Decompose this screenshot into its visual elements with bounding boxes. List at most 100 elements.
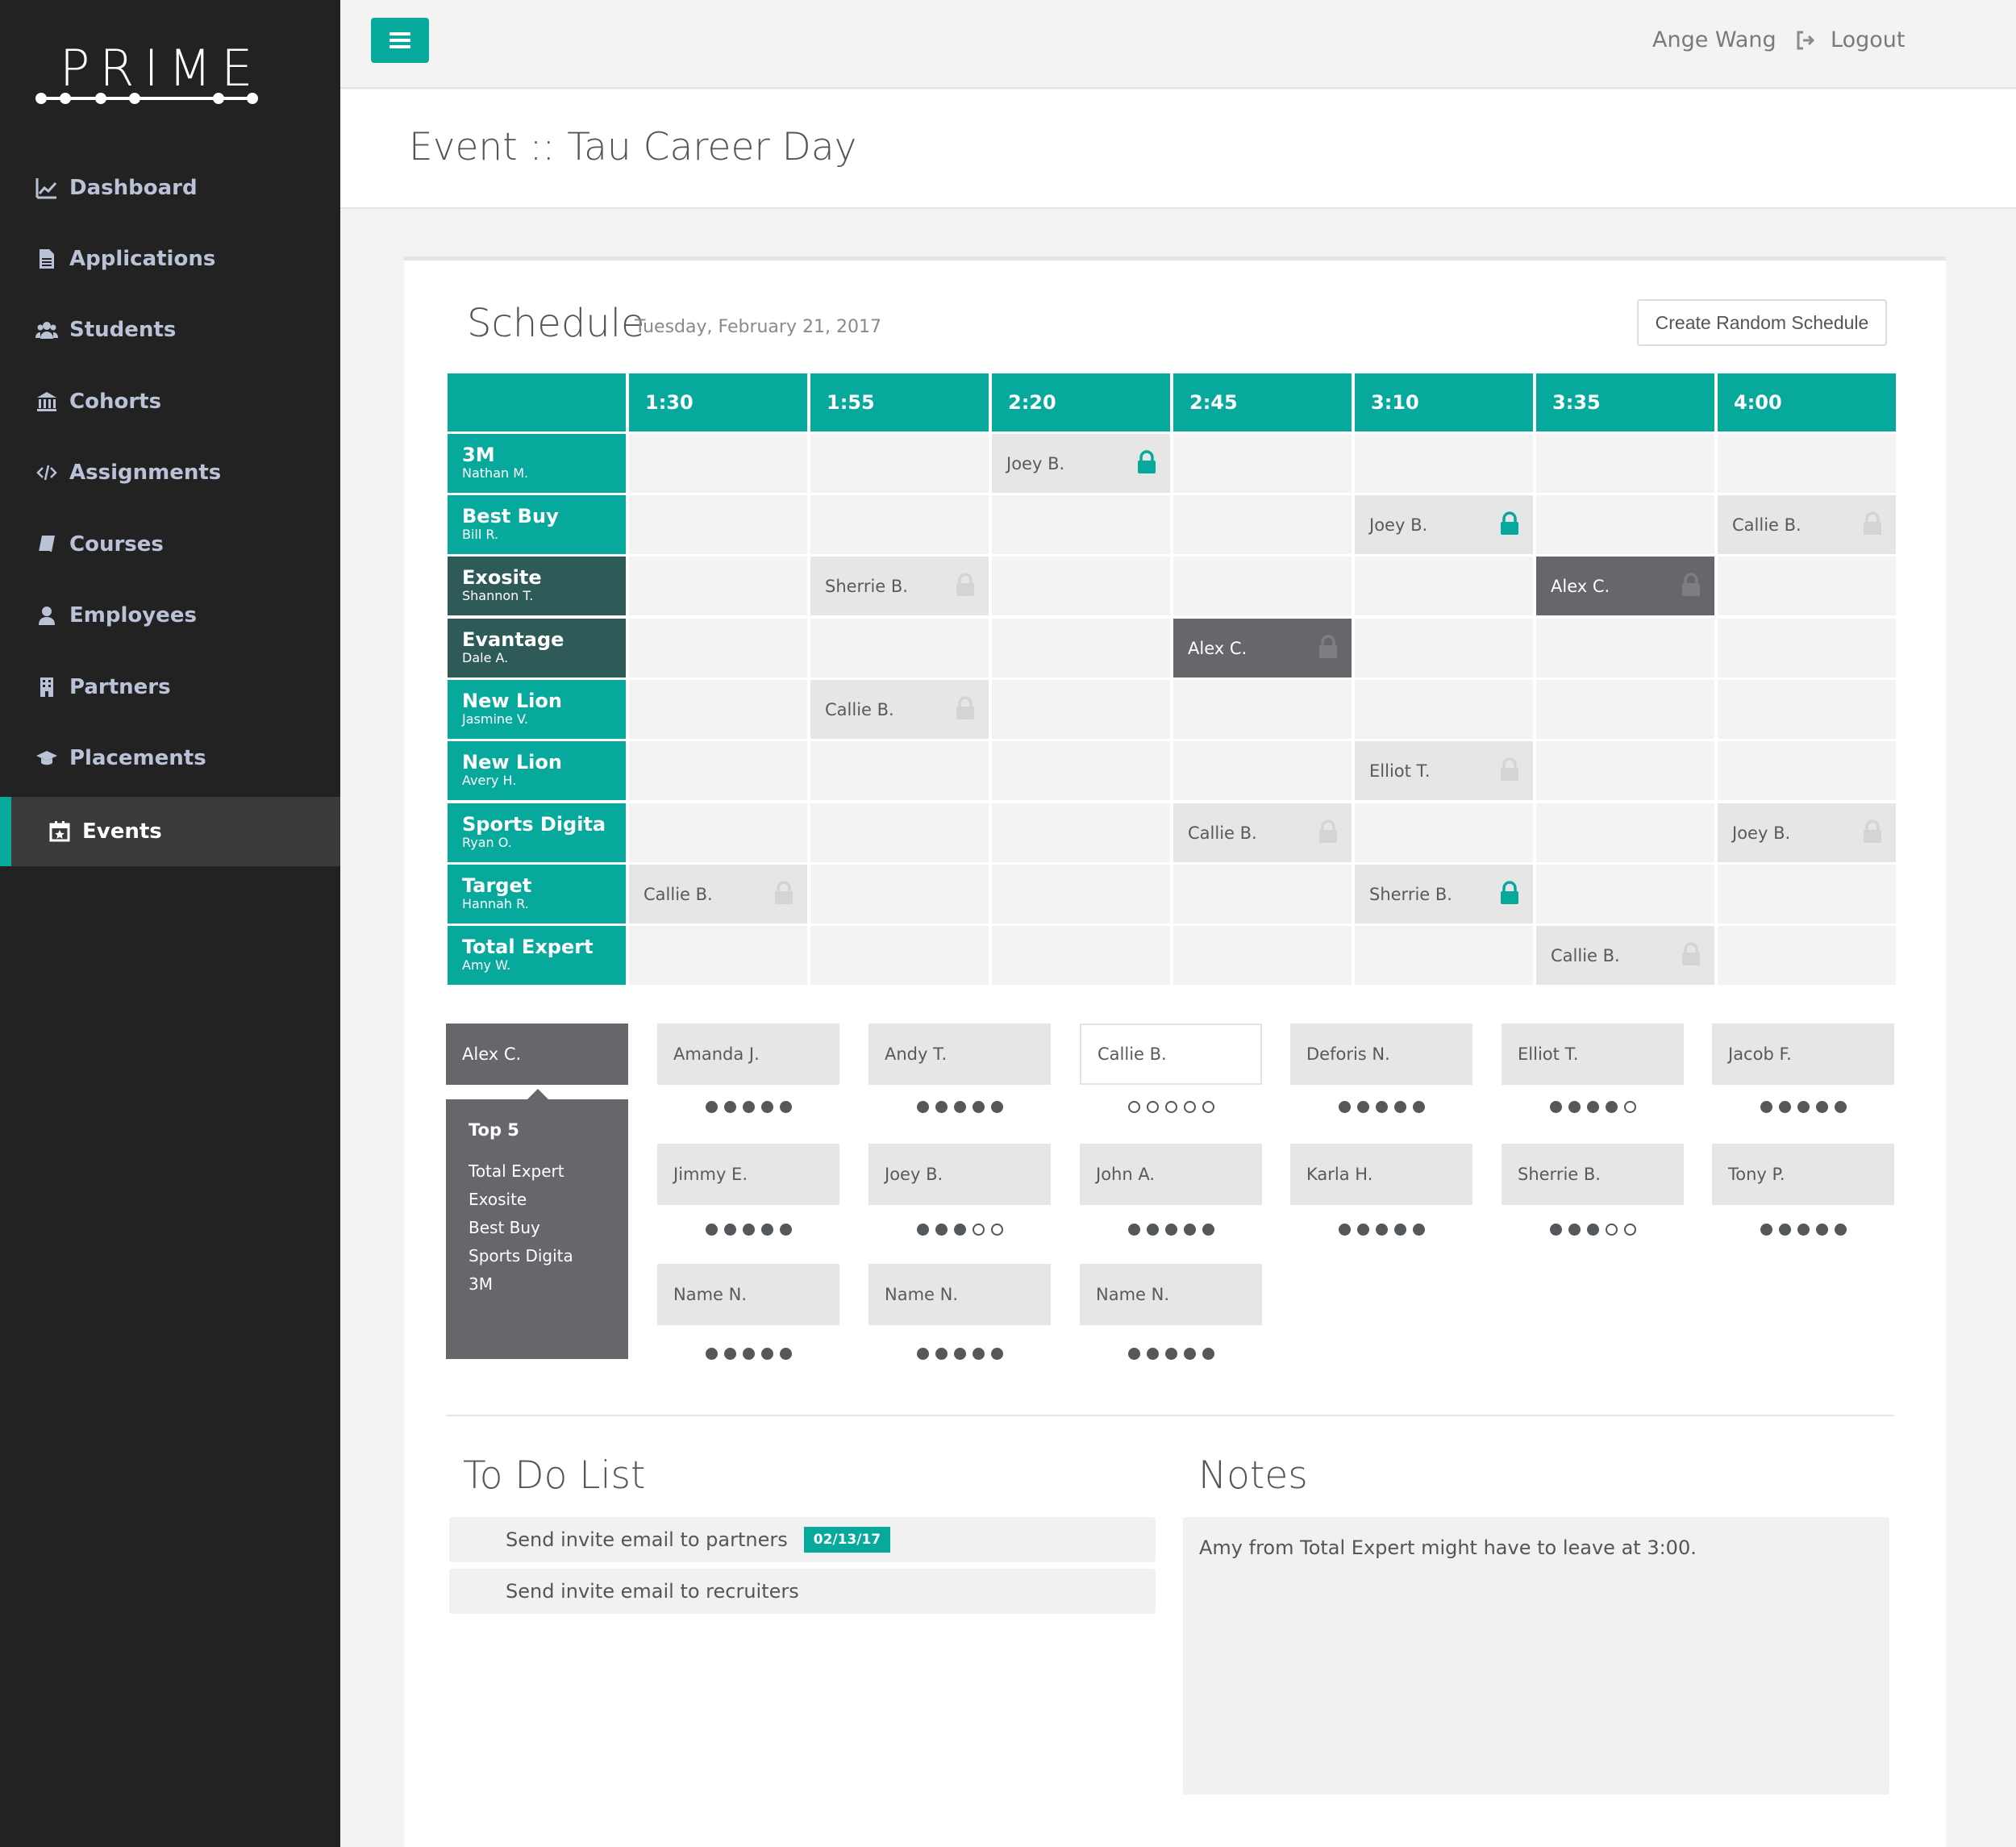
schedule-slot-empty[interactable] [1173,557,1352,615]
schedule-slot-empty[interactable] [629,495,807,554]
unlock-icon[interactable] [1318,635,1339,659]
schedule-slot[interactable]: Joey B. [1355,495,1533,554]
unlock-icon[interactable] [955,696,976,720]
schedule-slot[interactable]: Callie B. [1536,926,1714,985]
student-card[interactable]: Jacob F. [1712,1024,1894,1085]
schedule-slot-empty[interactable] [1173,680,1352,739]
schedule-slot-empty[interactable] [629,557,807,615]
schedule-slot[interactable]: Alex C. [1536,557,1714,615]
student-card[interactable]: Name N. [1080,1264,1262,1325]
schedule-slot[interactable]: Callie B. [1173,803,1352,862]
schedule-slot-empty[interactable] [629,926,807,985]
schedule-slot[interactable]: Sherrie B. [1355,865,1533,924]
schedule-slot-empty[interactable] [629,680,807,739]
unlock-icon[interactable] [1862,819,1883,844]
lock-icon[interactable] [1499,511,1520,536]
schedule-slot-empty[interactable] [1173,865,1352,924]
schedule-slot[interactable]: Callie B. [629,865,807,924]
user-name[interactable]: Ange Wang [1652,27,1776,52]
unlock-icon[interactable] [1499,757,1520,782]
schedule-slot-empty[interactable] [1718,680,1896,739]
lock-icon[interactable] [1136,450,1157,474]
schedule-slot-empty[interactable] [810,926,989,985]
schedule-slot-empty[interactable] [992,680,1170,739]
schedule-slot[interactable]: Callie B. [1718,495,1896,554]
student-card[interactable]: Callie B. [1080,1024,1262,1085]
schedule-slot-empty[interactable] [1536,680,1714,739]
selected-student-card[interactable]: Alex C. [446,1024,628,1085]
schedule-slot-empty[interactable] [1355,619,1533,678]
schedule-slot-empty[interactable] [629,803,807,862]
sidebar-item-dashboard[interactable]: Dashboard [0,153,340,223]
schedule-slot-empty[interactable] [1718,557,1896,615]
schedule-slot-empty[interactable] [1718,926,1896,985]
sidebar-item-cohorts[interactable]: Cohorts [0,367,340,436]
student-card[interactable]: Amanda J. [657,1024,839,1085]
schedule-slot-empty[interactable] [810,434,989,493]
student-card[interactable]: Name N. [868,1264,1051,1325]
schedule-slot[interactable]: Alex C. [1173,619,1352,678]
sidebar-item-partners[interactable]: Partners [0,652,340,722]
schedule-slot-empty[interactable] [1355,434,1533,493]
schedule-slot-empty[interactable] [810,619,989,678]
sidebar-item-applications[interactable]: Applications [0,224,340,294]
todo-item[interactable]: Send invite email to recruiters [449,1569,1156,1614]
student-card[interactable]: Deforis N. [1290,1024,1472,1085]
menu-toggle-button[interactable] [371,18,429,63]
schedule-slot-empty[interactable] [992,495,1170,554]
schedule-slot-empty[interactable] [1173,434,1352,493]
schedule-slot-empty[interactable] [1173,495,1352,554]
schedule-slot-empty[interactable] [1355,680,1533,739]
sidebar-item-students[interactable]: Students [0,295,340,365]
unlock-icon[interactable] [773,881,794,905]
sidebar-item-placements[interactable]: Placements [0,723,340,793]
student-card[interactable]: Name N. [657,1264,839,1325]
lock-icon[interactable] [1499,881,1520,905]
schedule-slot-empty[interactable] [1536,741,1714,800]
schedule-slot[interactable]: Joey B. [1718,803,1896,862]
schedule-slot-empty[interactable] [1536,803,1714,862]
student-card[interactable]: John A. [1080,1144,1262,1205]
notes-textarea[interactable]: Amy from Total Expert might have to leav… [1183,1517,1889,1795]
create-random-schedule-button[interactable]: Create Random Schedule [1637,299,1887,346]
schedule-slot-empty[interactable] [1173,926,1352,985]
schedule-slot[interactable]: Sherrie B. [810,557,989,615]
schedule-slot-empty[interactable] [629,619,807,678]
sidebar-item-employees[interactable]: Employees [0,581,340,650]
schedule-slot-empty[interactable] [1718,741,1896,800]
schedule-slot-empty[interactable] [1355,926,1533,985]
student-card[interactable]: Tony P. [1712,1144,1894,1205]
schedule-slot[interactable]: Joey B. [992,434,1170,493]
schedule-slot-empty[interactable] [629,741,807,800]
schedule-slot-empty[interactable] [992,557,1170,615]
schedule-slot-empty[interactable] [1536,619,1714,678]
unlock-icon[interactable] [1681,573,1702,597]
todo-item[interactable]: Send invite email to partners 02/13/17 [449,1517,1156,1562]
schedule-slot-empty[interactable] [992,741,1170,800]
unlock-icon[interactable] [955,573,976,597]
student-card[interactable]: Elliot T. [1502,1024,1684,1085]
schedule-slot-empty[interactable] [629,434,807,493]
schedule-slot-empty[interactable] [992,803,1170,862]
unlock-icon[interactable] [1862,511,1883,536]
prime-logo[interactable]: PRIME [35,39,258,107]
schedule-slot-empty[interactable] [1718,865,1896,924]
schedule-slot-empty[interactable] [992,619,1170,678]
schedule-slot-empty[interactable] [1718,619,1896,678]
unlock-icon[interactable] [1318,819,1339,844]
schedule-slot-empty[interactable] [992,926,1170,985]
schedule-slot-empty[interactable] [992,865,1170,924]
sidebar-item-courses[interactable]: Courses [0,510,340,579]
schedule-slot-empty[interactable] [1536,865,1714,924]
schedule-slot-empty[interactable] [1536,495,1714,554]
student-card[interactable]: Jimmy E. [657,1144,839,1205]
schedule-slot-empty[interactable] [1355,557,1533,615]
schedule-slot-empty[interactable] [810,495,989,554]
schedule-slot-empty[interactable] [1536,434,1714,493]
student-card[interactable]: Sherrie B. [1502,1144,1684,1205]
schedule-slot-empty[interactable] [810,803,989,862]
schedule-slot[interactable]: Callie B. [810,680,989,739]
schedule-slot-empty[interactable] [1718,434,1896,493]
logout-button[interactable]: Logout [1795,27,1905,52]
schedule-slot-empty[interactable] [1173,741,1352,800]
